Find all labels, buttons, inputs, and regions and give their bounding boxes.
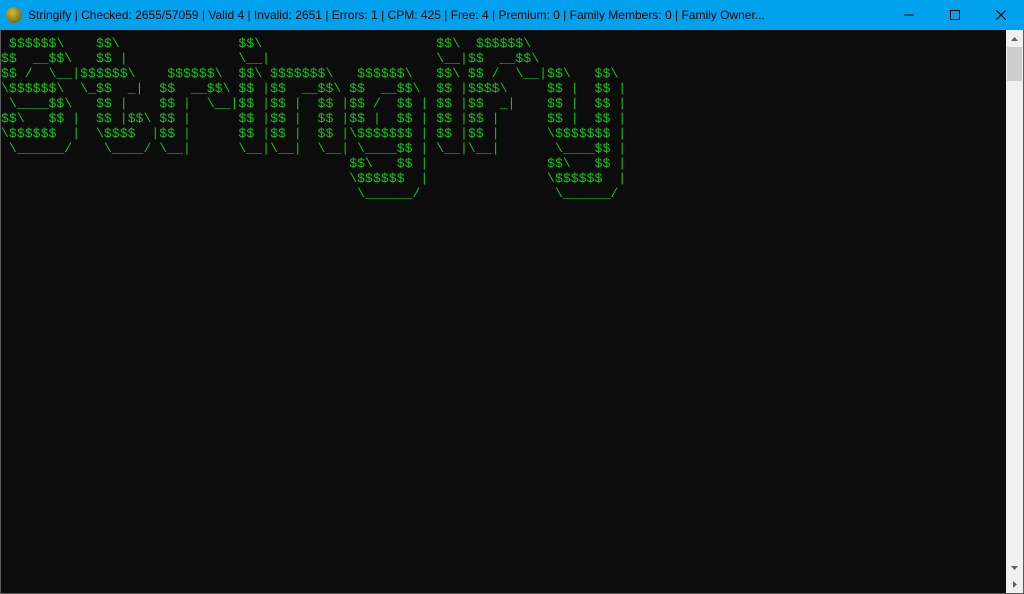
content-area: $$$$$$\ $$\ $$\ $$\ $$$$$$\ $$ __$$\ $$ … (0, 30, 1024, 594)
scroll-down-arrow-icon[interactable] (1006, 559, 1023, 576)
window-controls (886, 0, 1024, 30)
scroll-up-arrow-icon[interactable] (1006, 30, 1023, 47)
app-icon (6, 7, 22, 23)
vertical-scrollbar[interactable] (1006, 30, 1023, 576)
maximize-button[interactable] (932, 0, 978, 30)
ascii-art-banner: $$$$$$\ $$\ $$\ $$\ $$$$$$\ $$ __$$\ $$ … (1, 36, 1006, 201)
scroll-right-arrow-icon[interactable] (1006, 576, 1023, 593)
window-title: Stringify | Checked: 2655/57059 | Valid … (28, 8, 886, 22)
titlebar[interactable]: Stringify | Checked: 2655/57059 | Valid … (0, 0, 1024, 30)
minimize-button[interactable] (886, 0, 932, 30)
scroll-thumb[interactable] (1007, 47, 1022, 81)
terminal-output[interactable]: $$$$$$\ $$\ $$\ $$\ $$$$$$\ $$ __$$\ $$ … (1, 30, 1006, 593)
close-button[interactable] (978, 0, 1024, 30)
